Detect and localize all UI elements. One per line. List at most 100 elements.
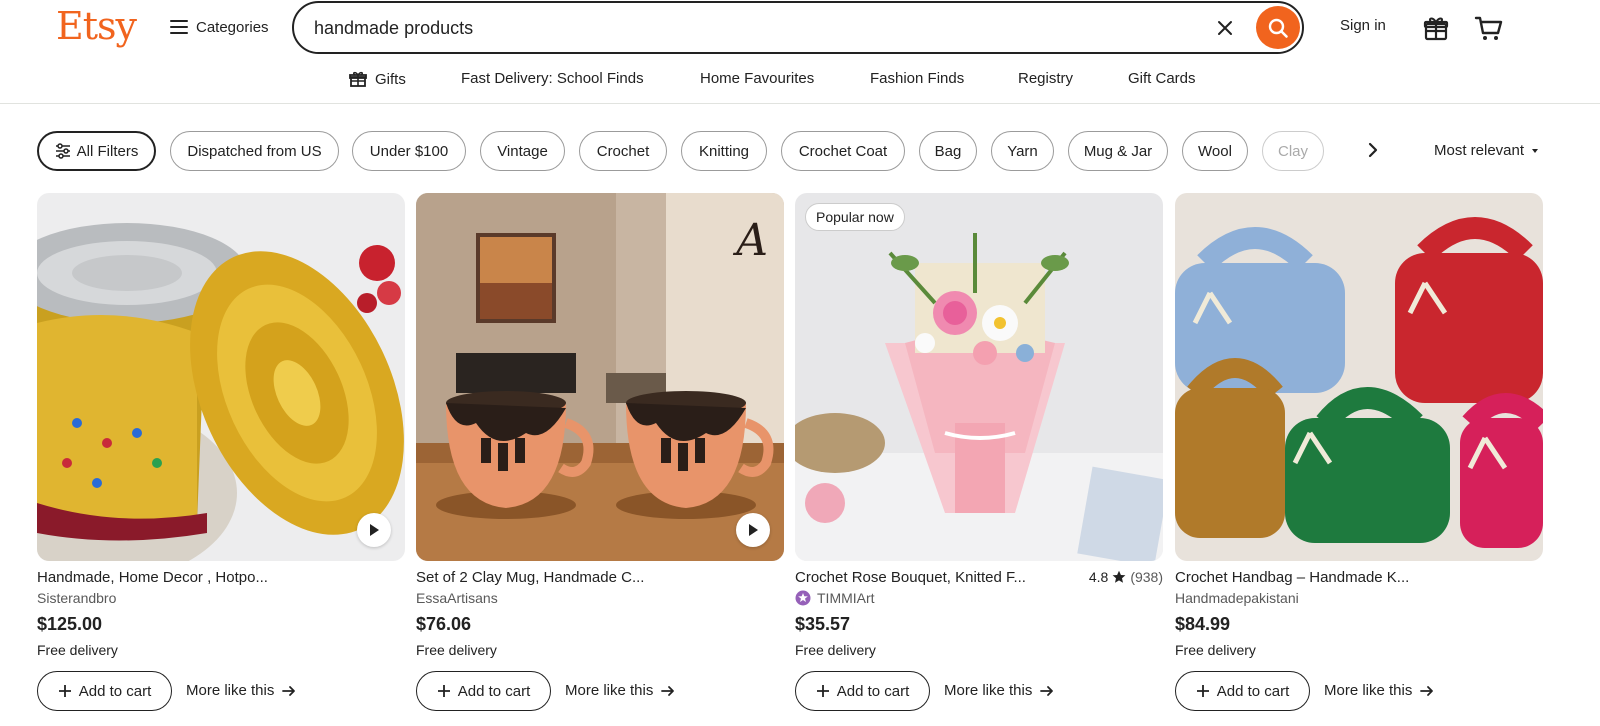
more-like-this-link[interactable]: More like this <box>186 682 296 699</box>
plus-icon <box>1196 685 1209 697</box>
subnav-registry[interactable]: Registry <box>1018 70 1073 87</box>
delivery-info: Free delivery <box>1175 642 1256 658</box>
chip-dispatched-from-us[interactable]: Dispatched from US <box>170 131 339 171</box>
product-image[interactable] <box>1175 193 1543 561</box>
caret-down-icon <box>1532 148 1539 153</box>
more-like-this-label: More like this <box>944 682 1033 699</box>
arrow-right-icon <box>1040 685 1054 696</box>
more-like-this-link[interactable]: More like this <box>565 682 675 699</box>
more-like-this-link[interactable]: More like this <box>1324 682 1434 699</box>
chip-mug-jar[interactable]: Mug & Jar <box>1068 131 1168 171</box>
subnav-gifts[interactable]: Gifts <box>349 70 406 88</box>
filter-bar: All Filters Dispatched from US Under $10… <box>0 128 1600 172</box>
subnav-home-favourites[interactable]: Home Favourites <box>700 70 814 87</box>
play-icon <box>370 524 379 536</box>
add-to-cart-button[interactable]: Add to cart <box>1175 671 1310 711</box>
sort-dropdown[interactable]: Most relevant <box>1434 142 1540 159</box>
product-title[interactable]: Set of 2 Clay Mug, Handmade C... <box>416 569 666 586</box>
all-filters-label: All Filters <box>76 142 139 160</box>
product-image[interactable] <box>37 193 405 561</box>
product-title[interactable]: Handmade, Home Decor , Hotpo... <box>37 569 287 586</box>
chip-knitting[interactable]: Knitting <box>681 131 767 171</box>
shop-name-text: TIMMIArt <box>817 590 875 606</box>
subnav-gift-cards[interactable]: Gift Cards <box>1128 70 1196 87</box>
plus-icon <box>58 685 71 697</box>
add-to-cart-button[interactable]: Add to cart <box>416 671 551 711</box>
plus-icon <box>816 685 829 697</box>
product-card: Handmade, Home Decor , Hotpo... Sisteran… <box>37 193 405 713</box>
search-input[interactable] <box>314 15 1174 41</box>
chip-wool[interactable]: Wool <box>1182 131 1248 171</box>
arrow-right-icon <box>282 685 296 696</box>
product-card: A Set of 2 Clay Mug, Handmade C... EssaA… <box>416 193 784 713</box>
categories-button[interactable]: Categories <box>170 16 269 38</box>
product-price: $76.06 <box>416 614 472 634</box>
add-to-cart-label: Add to cart <box>78 682 152 700</box>
delivery-info: Free delivery <box>795 642 876 658</box>
rating: 4.8 (938) <box>1089 569 1163 585</box>
add-to-cart-button[interactable]: Add to cart <box>37 671 172 711</box>
chip-under-100[interactable]: Under $100 <box>352 131 466 171</box>
shop-name-text: Sisterandbro <box>37 590 117 606</box>
chip-vintage[interactable]: Vintage <box>480 131 565 171</box>
delivery-info: Free delivery <box>416 642 497 658</box>
product-title[interactable]: Crochet Handbag – Handmade K... <box>1175 569 1425 586</box>
shop-name[interactable]: TIMMIArt <box>795 590 875 606</box>
subnav-label: Gifts <box>375 70 406 88</box>
more-like-this-label: More like this <box>565 682 654 699</box>
product-price: $84.99 <box>1175 614 1231 634</box>
plus-icon <box>437 685 450 697</box>
etsy-logo[interactable]: Etsy <box>56 4 137 48</box>
product-card: Crochet Handbag – Handmade K... Handmade… <box>1175 193 1543 713</box>
chevron-right-icon[interactable] <box>1366 142 1380 158</box>
more-like-this-label: More like this <box>186 682 275 699</box>
filter-icon <box>55 143 70 159</box>
subnav-fast-delivery[interactable]: Fast Delivery: School Finds <box>461 70 644 87</box>
sign-in-link[interactable]: Sign in <box>1340 17 1386 34</box>
more-like-this-label: More like this <box>1324 682 1413 699</box>
arrow-right-icon <box>661 685 675 696</box>
star-seller-icon <box>795 590 811 606</box>
product-price: $125.00 <box>37 614 103 634</box>
clear-icon[interactable] <box>1214 17 1236 39</box>
play-video-button[interactable] <box>357 513 391 547</box>
add-to-cart-button[interactable]: Add to cart <box>795 671 930 711</box>
add-to-cart-label: Add to cart <box>457 682 531 700</box>
search-icon <box>1268 18 1288 38</box>
cart-icon[interactable] <box>1474 14 1504 42</box>
more-like-this-link[interactable]: More like this <box>944 682 1054 699</box>
all-filters-button[interactable]: All Filters <box>37 131 156 171</box>
sub-navigation: Gifts Fast Delivery: School Finds Home F… <box>0 56 1600 104</box>
chip-crochet[interactable]: Crochet <box>579 131 667 171</box>
shop-name[interactable]: Handmadepakistani <box>1175 590 1299 606</box>
chip-clay[interactable]: Clay <box>1262 131 1324 171</box>
subnav-fashion-finds[interactable]: Fashion Finds <box>870 70 964 87</box>
shop-name[interactable]: EssaArtisans <box>416 590 498 606</box>
watermark-logo: A <box>736 215 768 266</box>
product-title[interactable]: Crochet Rose Bouquet, Knitted F... <box>795 569 1035 586</box>
search-button[interactable] <box>1256 6 1300 49</box>
shop-name[interactable]: Sisterandbro <box>37 590 116 606</box>
review-count: (938) <box>1130 569 1163 585</box>
site-header: Etsy Categories Sign in <box>0 0 1600 54</box>
search-bar <box>292 1 1304 54</box>
chip-yarn[interactable]: Yarn <box>991 131 1054 171</box>
star-icon <box>1112 570 1126 583</box>
delivery-info: Free delivery <box>37 642 118 658</box>
arrow-right-icon <box>1420 685 1434 696</box>
play-video-button[interactable] <box>736 513 770 547</box>
sort-label: Most relevant <box>1434 142 1525 159</box>
shop-name-text: EssaArtisans <box>416 590 498 606</box>
gift-icon <box>349 71 367 87</box>
popular-badge: Popular now <box>805 203 905 231</box>
product-price: $35.57 <box>795 614 851 634</box>
chip-bag[interactable]: Bag <box>919 131 977 171</box>
categories-label: Categories <box>196 18 269 36</box>
gift-icon[interactable] <box>1422 14 1450 42</box>
product-image[interactable]: A <box>416 193 784 561</box>
product-image[interactable]: Popular now <box>795 193 1163 561</box>
add-to-cart-label: Add to cart <box>1216 682 1290 700</box>
rating-value: 4.8 <box>1088 569 1109 585</box>
chip-crochet-coat[interactable]: Crochet Coat <box>781 131 905 171</box>
hamburger-icon <box>170 20 188 34</box>
